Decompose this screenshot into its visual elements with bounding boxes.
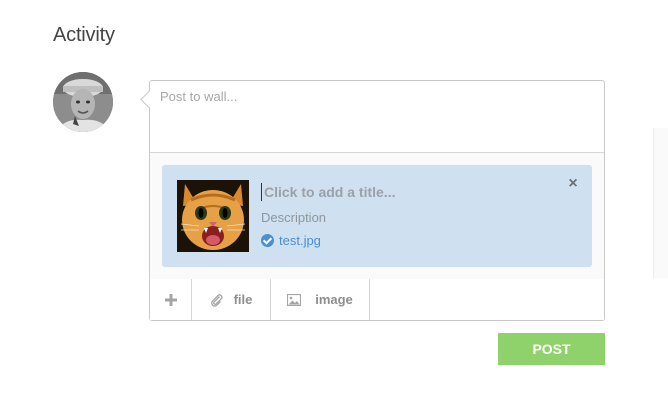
side-panel-edge (653, 128, 668, 278)
post-to-wall-input[interactable] (160, 89, 590, 143)
attachment-description-input[interactable] (261, 208, 551, 226)
user-avatar[interactable] (53, 72, 113, 132)
attachment-file-name[interactable]: test.jpg (279, 233, 321, 248)
add-button[interactable] (150, 279, 192, 320)
activity-heading: Activity (53, 24, 115, 46)
attach-file-button[interactable]: file (192, 279, 271, 320)
avatar-photo (53, 72, 113, 132)
image-icon (287, 293, 302, 306)
attachment-area: test.jpg × (150, 152, 604, 280)
attachment-thumbnail (177, 180, 249, 252)
image-label: image (315, 292, 353, 307)
kitten-image (177, 180, 249, 252)
attachment-title-input[interactable] (261, 183, 554, 201)
paperclip-icon (210, 293, 224, 307)
plus-icon (164, 293, 177, 306)
remove-attachment-close-icon[interactable]: × (566, 176, 580, 192)
composer-toolbar: file image (150, 279, 604, 320)
post-input-area (150, 81, 604, 151)
attachment-file: test.jpg (261, 232, 321, 248)
post-button[interactable]: POST (498, 333, 605, 365)
attach-image-button[interactable]: image (271, 279, 370, 320)
post-composer: test.jpg × file image (140, 80, 605, 321)
file-label: file (233, 292, 253, 307)
check-circle-icon (261, 233, 274, 247)
attachment-card: test.jpg × (162, 165, 592, 267)
